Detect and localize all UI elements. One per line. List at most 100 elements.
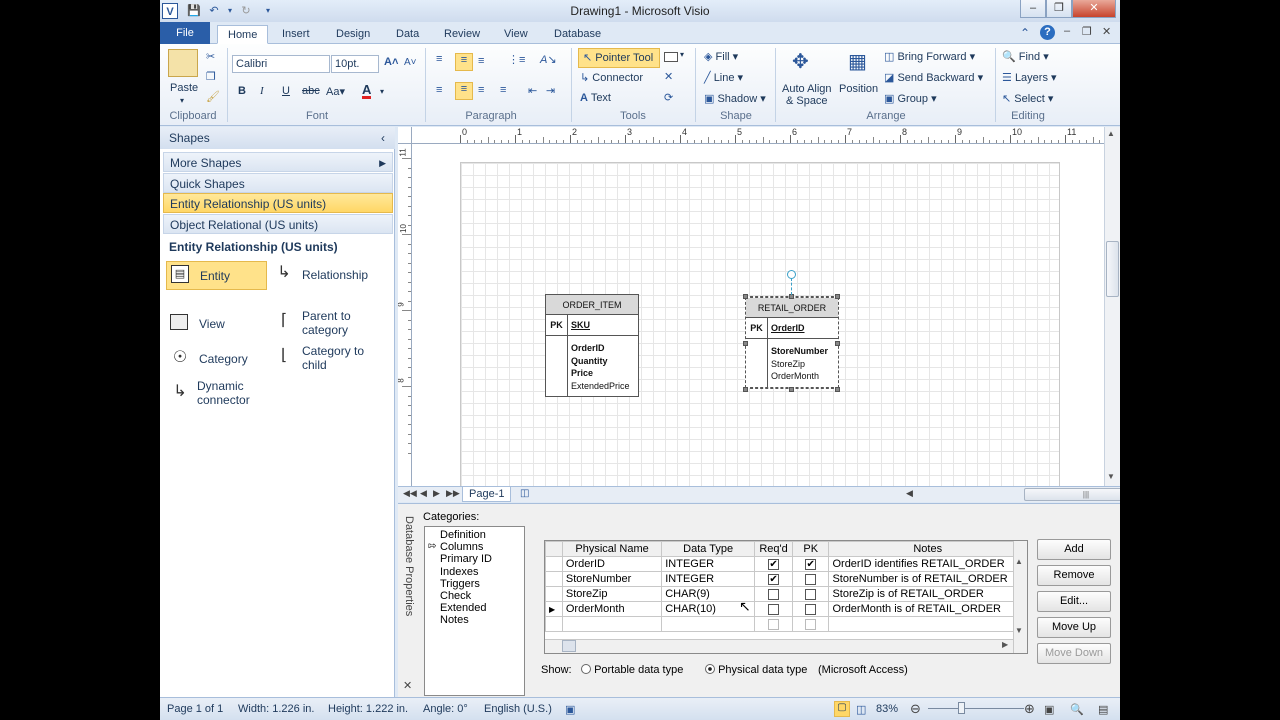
fit-page-icon[interactable]: ▣ bbox=[1044, 703, 1054, 716]
entity-retail-order[interactable]: RETAIL_ORDER PK OrderID StoreNumber Store… bbox=[745, 297, 839, 388]
checkbox-icon[interactable] bbox=[768, 603, 780, 615]
entity-order-item[interactable]: ORDER_ITEM PK SKU OrderID Quantity Price Ex… bbox=[545, 294, 639, 397]
resize-handle[interactable] bbox=[789, 387, 794, 392]
justify-icon[interactable]: ≡ bbox=[500, 84, 506, 96]
insert-page-icon[interactable]: ◫ bbox=[520, 488, 529, 499]
tab-file[interactable]: File bbox=[160, 22, 210, 44]
quick-shapes-item[interactable]: Quick Shapes bbox=[163, 173, 393, 193]
category-item[interactable]: Primary ID bbox=[440, 553, 492, 565]
close-button[interactable]: ✕ bbox=[1072, 0, 1116, 18]
tab-home[interactable]: Home bbox=[217, 25, 269, 44]
align-top-icon[interactable]: ≡ bbox=[436, 53, 442, 65]
text-direction-icon[interactable]: A↘ bbox=[540, 53, 557, 66]
next-page-icon[interactable]: ▶ bbox=[433, 488, 440, 499]
row-selector[interactable] bbox=[545, 586, 563, 602]
add-button[interactable]: Add bbox=[1037, 539, 1111, 560]
change-case-button[interactable]: Aa▾ bbox=[326, 85, 345, 98]
category-item[interactable]: Extended bbox=[440, 602, 486, 614]
table-row[interactable]: OrderID INTEGER ✔ ✔ OrderID identifies RETAI… bbox=[545, 556, 1027, 572]
paste-button[interactable]: Paste bbox=[170, 82, 198, 94]
checkbox-icon[interactable] bbox=[805, 618, 817, 630]
resize-handle[interactable] bbox=[743, 387, 748, 392]
more-shapes-item[interactable]: More Shapes ▶ bbox=[163, 152, 393, 172]
checkbox-checked-icon[interactable]: ✔ bbox=[768, 573, 780, 585]
new-row[interactable] bbox=[545, 616, 1027, 632]
row-selector[interactable] bbox=[545, 556, 563, 572]
notes-cell[interactable]: StoreZip is of RETAIL_ORDER bbox=[828, 586, 1027, 602]
text-block-icon[interactable]: ⟳ bbox=[664, 91, 673, 104]
pointer-tool-button[interactable]: ↖ Pointer Tool bbox=[578, 48, 660, 68]
checkbox-checked-icon[interactable]: ✔ bbox=[805, 558, 817, 570]
drawing-canvas[interactable]: ORDER_ITEM PK SKU OrderID Quantity Price Ex… bbox=[412, 144, 1104, 486]
full-page-icon[interactable]: ▢ bbox=[834, 701, 850, 717]
bring-forward-button[interactable]: ◫ Bring Forward ▾ bbox=[884, 50, 975, 63]
tab-design[interactable]: Design bbox=[326, 25, 380, 44]
bold-button[interactable]: B bbox=[238, 85, 246, 97]
macro-record-icon[interactable]: ▣ bbox=[565, 703, 575, 716]
layers-button[interactable]: ☰ Layers ▾ bbox=[1002, 71, 1057, 84]
checkbox-checked-icon[interactable]: ✔ bbox=[768, 558, 780, 570]
connector-button[interactable]: ↳ Connector bbox=[580, 71, 643, 84]
table-row[interactable]: ▶ OrderMonth CHAR(10) OrderMonth is of RETA… bbox=[545, 601, 1027, 617]
decrease-indent-icon[interactable]: ⇤ bbox=[528, 84, 537, 97]
resize-handle[interactable] bbox=[835, 294, 840, 299]
remove-button[interactable]: Remove bbox=[1037, 565, 1111, 586]
data-type-cell[interactable]: INTEGER bbox=[661, 556, 756, 572]
column-header[interactable]: Data Type bbox=[661, 541, 756, 557]
column-header[interactable]: Physical Name bbox=[561, 541, 663, 557]
font-color-button[interactable]: A bbox=[362, 83, 372, 99]
category-item[interactable]: Triggers bbox=[440, 578, 480, 590]
help-icon[interactable]: ? bbox=[1040, 25, 1055, 40]
tab-data[interactable]: Data bbox=[386, 25, 429, 44]
grid-horizontal-scroll-thumb[interactable] bbox=[562, 640, 576, 652]
align-right-icon[interactable]: ≡ bbox=[478, 84, 484, 96]
data-type-cell[interactable] bbox=[661, 616, 756, 632]
status-page[interactable]: Page 1 of 1 bbox=[167, 703, 223, 715]
grid-scroll-up-icon[interactable]: ▲ bbox=[1015, 557, 1023, 566]
auto-align-icon[interactable]: ✥ bbox=[792, 49, 809, 74]
resize-handle[interactable] bbox=[743, 294, 748, 299]
grid-scroll-down-icon[interactable]: ▼ bbox=[1015, 626, 1023, 635]
font-color-dropdown-icon[interactable]: ▾ bbox=[380, 87, 384, 96]
italic-button[interactable]: I bbox=[260, 85, 264, 97]
physical-name-cell[interactable]: StoreNumber bbox=[561, 571, 663, 587]
shadow-button[interactable]: ▣ Shadow ▾ bbox=[704, 92, 766, 105]
category-item[interactable]: Check bbox=[440, 590, 471, 602]
table-row[interactable]: StoreNumber INTEGER ✔ StoreNumber is of RET… bbox=[545, 571, 1027, 587]
font-size-combo[interactable]: 10pt. bbox=[331, 55, 379, 73]
position-icon[interactable]: ▦ bbox=[848, 49, 867, 74]
checkbox-icon[interactable] bbox=[805, 603, 817, 615]
grid-horizontal-scrollbar[interactable] bbox=[545, 639, 1013, 653]
last-page-icon[interactable]: ▶▶ bbox=[446, 488, 460, 499]
move-up-button[interactable]: Move Up bbox=[1037, 617, 1111, 638]
row-selector[interactable] bbox=[545, 616, 563, 632]
horizontal-scroll-thumb[interactable]: ||| bbox=[1024, 488, 1120, 501]
zoom-in-icon[interactable]: ⊕ bbox=[1024, 701, 1035, 717]
paste-icon[interactable] bbox=[168, 49, 198, 77]
increase-indent-icon[interactable]: ⇥ bbox=[546, 84, 555, 97]
vertical-ruler[interactable]: 11 10 9 8 bbox=[398, 144, 412, 486]
notes-cell[interactable]: OrderMonth is of RETAIL_ORDER bbox=[828, 601, 1027, 617]
shape-relationship[interactable]: ↳ Relationship bbox=[272, 261, 392, 290]
tab-database[interactable]: Database bbox=[544, 25, 611, 44]
physical-data-type-radio[interactable]: Physical data type bbox=[705, 664, 807, 676]
checkbox-icon[interactable] bbox=[768, 588, 780, 600]
resize-handle[interactable] bbox=[743, 341, 748, 346]
rotation-handle[interactable] bbox=[787, 270, 796, 279]
align-middle-icon[interactable]: ≡ bbox=[455, 53, 473, 71]
column-header[interactable]: Req'd bbox=[754, 541, 793, 557]
checkbox-icon[interactable] bbox=[768, 618, 780, 630]
underline-button[interactable]: U bbox=[282, 85, 290, 97]
select-button[interactable]: ↖ Select ▾ bbox=[1002, 92, 1053, 105]
switch-windows-icon[interactable]: ▤ bbox=[1098, 703, 1108, 716]
physical-name-cell[interactable]: StoreZip bbox=[561, 586, 663, 602]
edit-button[interactable]: Edit... bbox=[1037, 591, 1111, 612]
scroll-left-icon[interactable]: ◀ bbox=[906, 488, 913, 499]
copy-icon[interactable]: ❐ bbox=[206, 70, 216, 83]
shape-entity[interactable]: ▤ Entity bbox=[166, 261, 267, 290]
close-pane-icon[interactable]: ✕ bbox=[403, 679, 412, 692]
minimize-ribbon-icon[interactable]: ⌃ bbox=[1020, 26, 1030, 40]
bullets-icon[interactable]: ⋮≡ bbox=[508, 53, 525, 66]
checkbox-icon[interactable] bbox=[805, 588, 817, 600]
first-page-icon[interactable]: ◀◀ bbox=[403, 488, 417, 499]
